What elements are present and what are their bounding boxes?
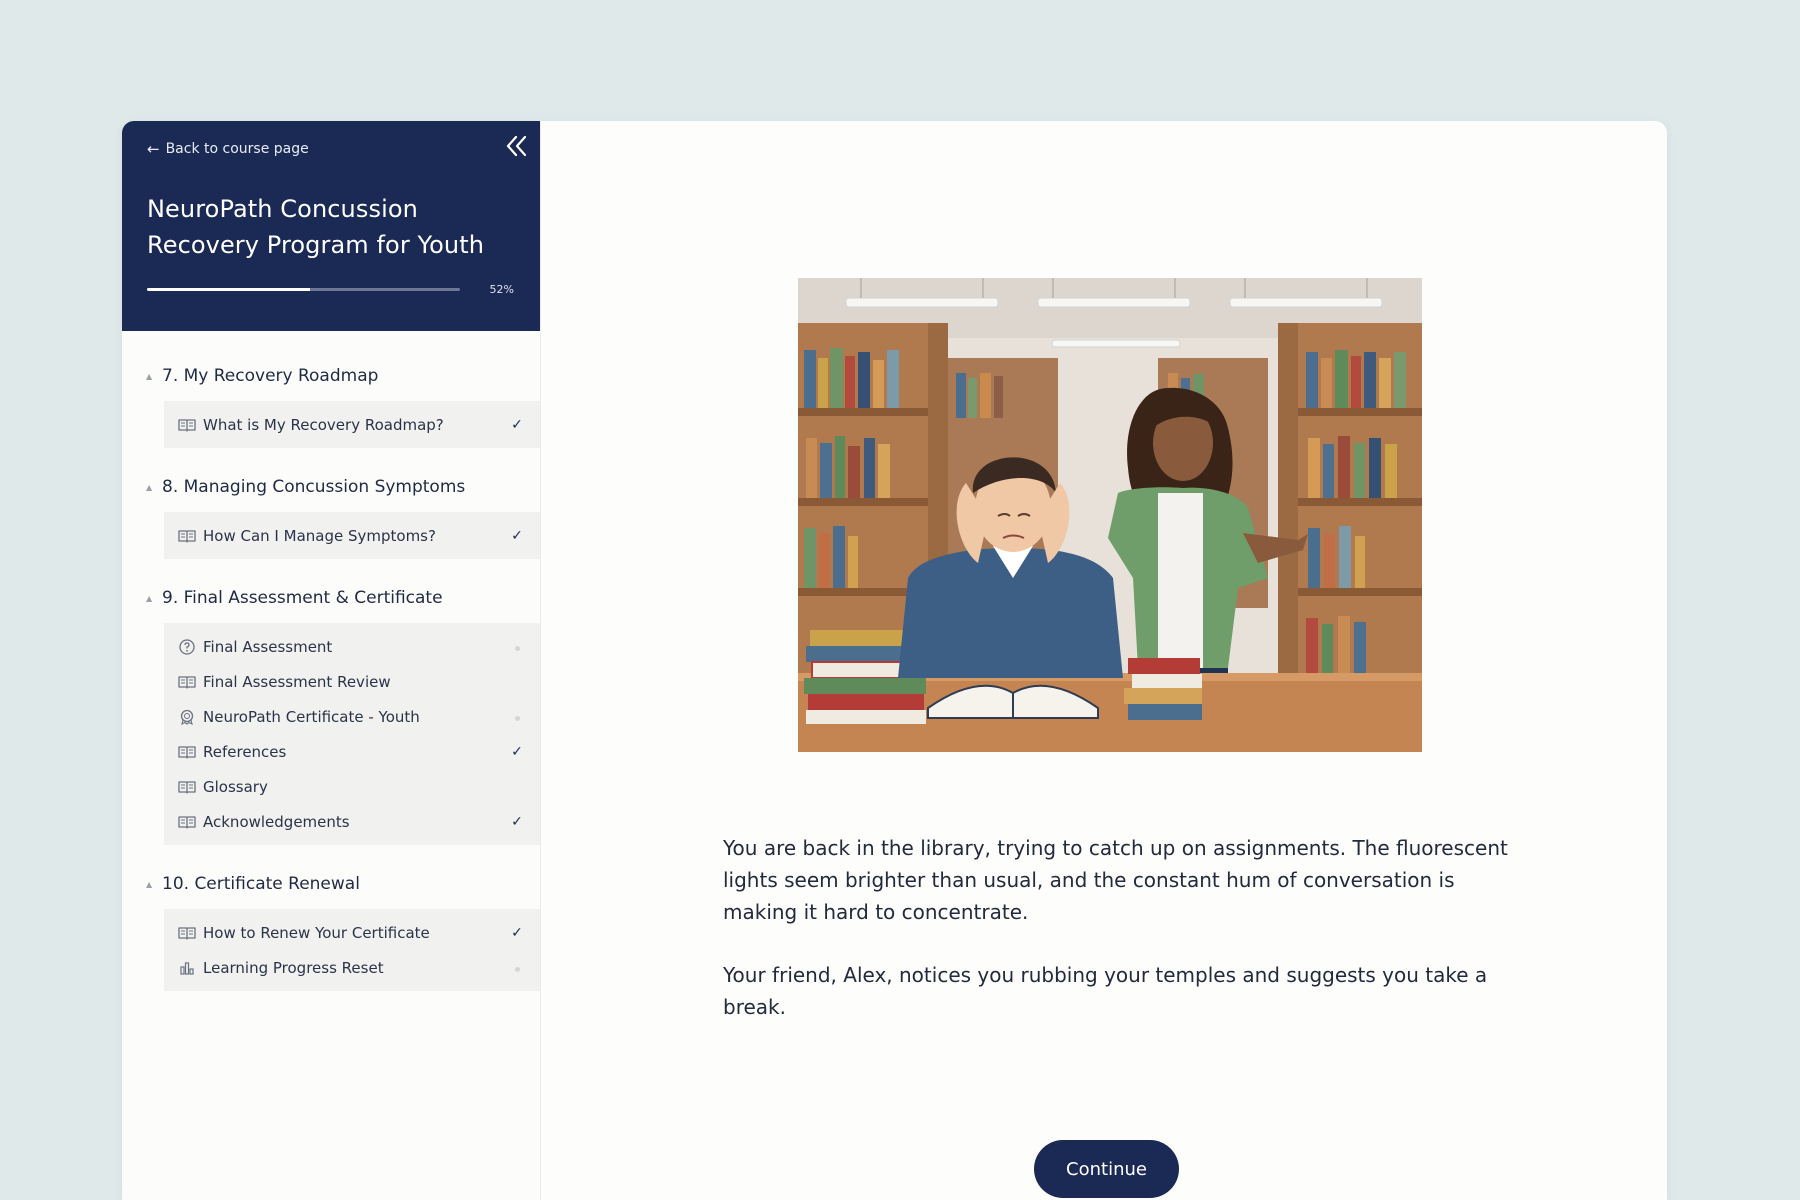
- book-icon: [178, 925, 196, 941]
- caret-up-icon: ▲: [146, 879, 153, 889]
- lesson-item-final-assessment-review[interactable]: Final Assessment Review: [164, 664, 540, 699]
- checkmark-icon: ✓: [511, 743, 523, 760]
- sidebar-header: ← Back to course page NeuroPath Concussi…: [122, 121, 540, 331]
- lesson-label: Final Assessment Review: [203, 672, 391, 691]
- checkmark-icon: ✓: [511, 813, 523, 830]
- section-list: ▲ 7. My Recovery Roadmap What is My Recove…: [122, 331, 540, 991]
- lesson-list: What is My Recovery Roadmap? ✓: [164, 401, 540, 448]
- lesson-label: References: [203, 742, 287, 761]
- narrative-paragraph: You are back in the library, trying to c…: [723, 836, 1508, 924]
- section-title: 7. My Recovery Roadmap: [162, 366, 379, 386]
- progress-percent: 52%: [489, 283, 514, 296]
- lesson-list: Final Assessment Final Assessment Review N…: [164, 623, 540, 845]
- book-icon: [178, 744, 196, 760]
- lesson-label: How Can I Manage Symptoms?: [203, 526, 436, 545]
- section-title: 9. Final Assessment & Certificate: [162, 588, 443, 608]
- lesson-label: How to Renew Your Certificate: [203, 923, 430, 942]
- lesson-item-acknowledgements[interactable]: Acknowledgements ✓: [164, 804, 540, 839]
- book-icon: [178, 779, 196, 795]
- book-icon: [178, 674, 196, 690]
- section-title: 8. Managing Concussion Symptoms: [162, 477, 466, 497]
- caret-up-icon: ▲: [146, 593, 153, 603]
- course-section: ▲ 7. My Recovery Roadmap What is My Recove…: [122, 365, 540, 448]
- course-sidebar: ← Back to course page NeuroPath Concussi…: [122, 121, 541, 1200]
- lesson-item-neuropath-certificate-youth[interactable]: NeuroPath Certificate - Youth: [164, 699, 540, 734]
- continue-button[interactable]: Continue: [1034, 1140, 1179, 1198]
- lesson-item-what-is-my-recovery-roadmap[interactable]: What is My Recovery Roadmap? ✓: [164, 407, 540, 442]
- lesson-item-learning-progress-reset[interactable]: Learning Progress Reset: [164, 950, 540, 985]
- back-to-course-link[interactable]: ← Back to course page: [147, 141, 514, 157]
- lesson-label: Acknowledgements: [203, 812, 350, 831]
- lesson-item-how-to-renew-your-certificate[interactable]: How to Renew Your Certificate ✓: [164, 915, 540, 950]
- lesson-label: Glossary: [203, 777, 268, 796]
- lesson-item-references[interactable]: References ✓: [164, 734, 540, 769]
- progress-bar-fill: [147, 288, 310, 291]
- caret-up-icon: ▲: [146, 482, 153, 492]
- course-section: ▲ 9. Final Assessment & Certificate Final …: [122, 587, 540, 845]
- lesson-list: How Can I Manage Symptoms? ✓: [164, 512, 540, 559]
- incomplete-dot-icon: [510, 960, 524, 976]
- caret-up-icon: ▲: [146, 371, 153, 381]
- checkmark-icon: ✓: [511, 527, 523, 544]
- incomplete-dot-icon: [510, 709, 524, 725]
- lesson-label: Final Assessment: [203, 637, 333, 656]
- checkmark-icon: ✓: [511, 416, 523, 433]
- course-title: NeuroPath Concussion Recovery Program fo…: [147, 195, 485, 259]
- course-section: ▲ 8. Managing Concussion Symptoms How Can …: [122, 476, 540, 559]
- section-title: 10. Certificate Renewal: [162, 874, 360, 894]
- book-icon: [178, 814, 196, 830]
- section-header-9-final-assessment-certificate[interactable]: ▲ 9. Final Assessment & Certificate: [122, 587, 540, 609]
- book-icon: [178, 528, 196, 544]
- lesson-narrative: You are back in the library, trying to c…: [723, 832, 1513, 1023]
- narrative-paragraph: Your friend, Alex, notices you rubbing y…: [723, 963, 1488, 1019]
- lesson-item-how-can-i-manage-symptoms[interactable]: How Can I Manage Symptoms? ✓: [164, 518, 540, 553]
- section-header-8-managing-concussion-symptoms[interactable]: ▲ 8. Managing Concussion Symptoms: [122, 476, 540, 498]
- checkmark-icon: ✓: [511, 924, 523, 941]
- lesson-label: Learning Progress Reset: [203, 958, 384, 977]
- section-header-10-certificate-renewal[interactable]: ▲ 10. Certificate Renewal: [122, 873, 540, 895]
- course-player: ← Back to course page NeuroPath Concussi…: [122, 121, 1667, 1200]
- lesson-label: What is My Recovery Roadmap?: [203, 415, 444, 434]
- award-icon: [178, 709, 196, 725]
- back-link-label: Back to course page: [165, 141, 309, 157]
- question-circle-icon: [178, 638, 196, 655]
- bar-chart-icon: [178, 960, 196, 976]
- arrow-left-icon: ←: [147, 139, 160, 158]
- book-icon: [178, 417, 196, 433]
- section-header-7-my-recovery-roadmap[interactable]: ▲ 7. My Recovery Roadmap: [122, 365, 540, 387]
- course-section: ▲ 10. Certificate Renewal How to Renew You…: [122, 873, 540, 991]
- library-scene-illustration: [798, 278, 1422, 752]
- incomplete-dot-icon: [510, 639, 524, 655]
- lesson-item-final-assessment[interactable]: Final Assessment: [164, 629, 540, 664]
- lesson-item-glossary[interactable]: Glossary: [164, 769, 540, 804]
- course-progress: 52%: [147, 283, 514, 296]
- lesson-content: You are back in the library, trying to c…: [542, 121, 1667, 1200]
- progress-bar: [147, 288, 460, 291]
- lesson-label: NeuroPath Certificate - Youth: [203, 707, 420, 726]
- collapse-sidebar-icon[interactable]: [504, 133, 530, 159]
- lesson-list: How to Renew Your Certificate ✓ Learning P…: [164, 909, 540, 991]
